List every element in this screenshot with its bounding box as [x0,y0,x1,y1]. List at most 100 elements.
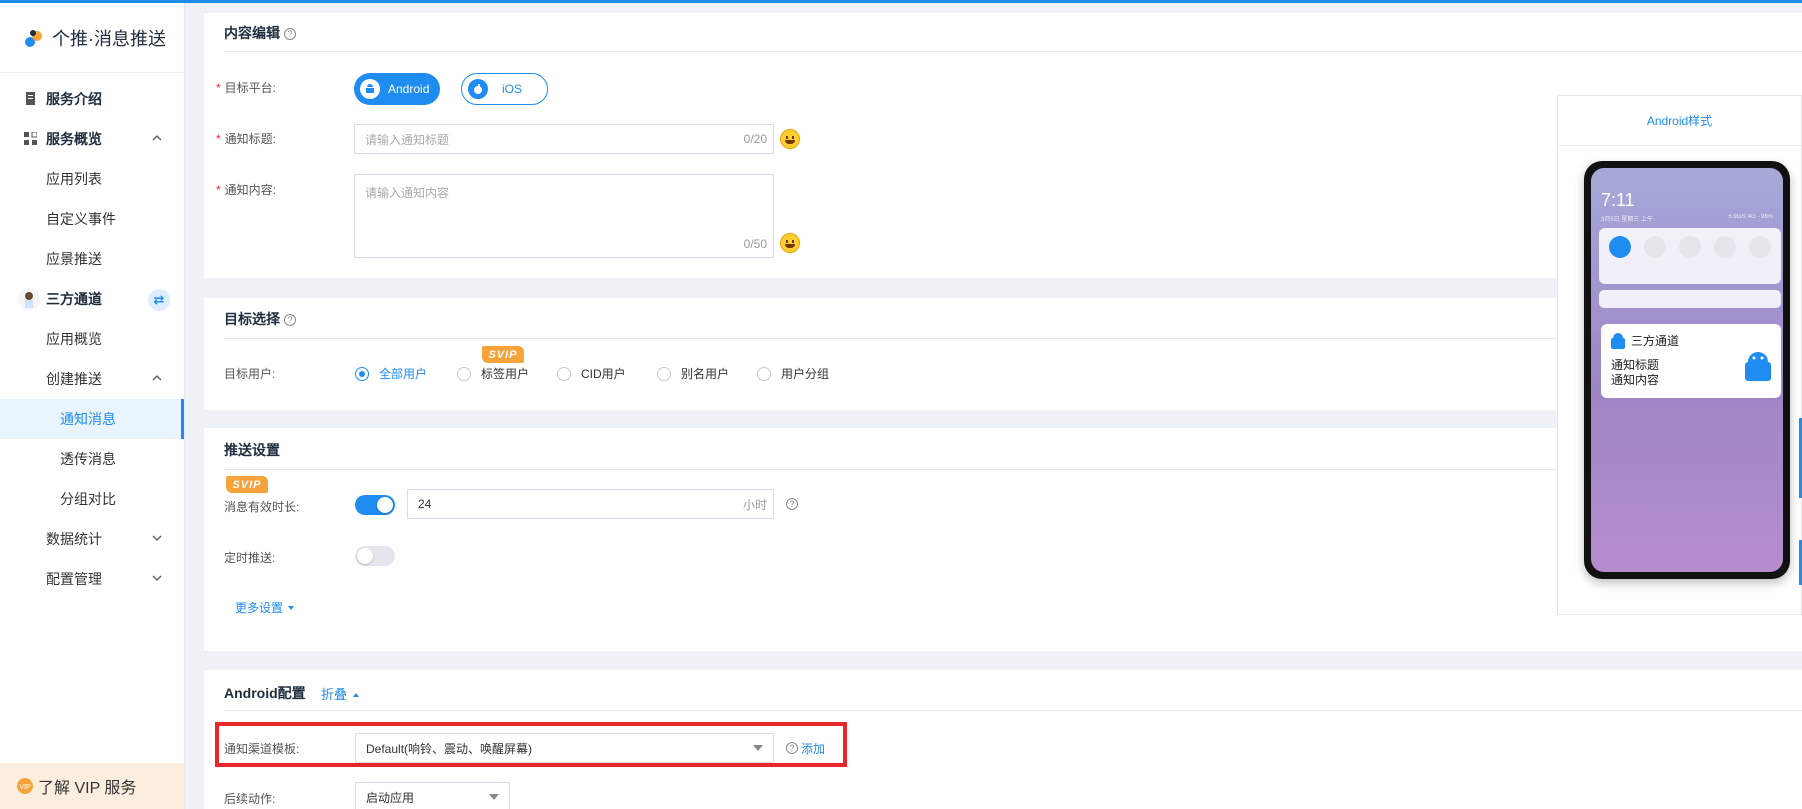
caret-up-icon [352,693,359,697]
preview-title[interactable]: Android样式 [1558,96,1801,146]
radio-tag-users[interactable]: 标签用户 [457,365,529,382]
radio-circle [355,366,369,381]
quick-settings-panel [1599,228,1781,284]
svip-badge: SVIP [482,346,524,363]
phone-clock: 7:11 [1601,190,1635,210]
radio-label: CID用户 [581,367,626,381]
switch-app-icon[interactable]: ⇄ [148,289,170,311]
sidebar-item-group-compare[interactable]: 分组对比 [0,479,184,519]
hotspot-toggle-icon [1679,236,1701,258]
section-title: 目标选择? [224,309,296,329]
help-icon[interactable]: ? [786,498,798,510]
sidebar-item-label: 配置管理 [46,571,102,587]
radio-user-groups[interactable]: 用户分组 [757,365,829,382]
sidebar-item-custom-events[interactable]: 自定义事件 [0,199,184,239]
follow-action-label: 后续动作: [224,792,276,806]
vip-service-bar[interactable]: VIP 了解 VIP 服务 [0,763,184,809]
radio-circle [457,366,471,381]
radio-circle [557,366,571,381]
app-avatar-icon [25,292,33,308]
sidebar-item-config-management[interactable]: 配置管理 [0,559,184,599]
notify-title-label: * 通知标题: [216,130,276,147]
sidebar-item-label: 创建推送 [46,371,102,387]
grid-icon [24,132,37,145]
sidebar-item-label: 通知消息 [60,411,116,427]
more-settings-link[interactable]: 更多设置 [235,599,296,616]
radio-alias-users[interactable]: 别名用户 [657,365,729,382]
validity-toggle[interactable] [355,495,395,515]
platform-label: * 目标平台: [216,79,277,96]
platform-ios-button[interactable]: iOS [461,73,548,105]
toggle-knob [377,497,393,513]
platform-label-text: 目标平台: [224,81,277,95]
validity-label: 消息有效时长: [224,500,300,514]
sidebar-item-label: 应用概览 [46,331,102,347]
notification-preview: 三方通道 通知标题 通知内容 [1601,324,1781,398]
phone-screen: 7:11 3月5日 星期三 上午 5.9G/s 4G · 98% 三方通道 通知… [1591,168,1783,572]
flashlight-toggle-icon [1749,236,1771,258]
scheduled-label: 定时推送: [224,551,276,565]
document-icon [26,92,35,105]
follow-action-select[interactable]: 启动应用 [355,782,510,809]
notify-title-counter: 0/20 [743,132,767,146]
sidebar-item-label: 数据统计 [46,531,102,547]
sidebar-item-label: 应景推送 [46,251,102,267]
emoji-icon[interactable] [780,233,800,253]
android-app-icon [1611,333,1625,349]
collapse-label: 折叠 [321,687,348,702]
dropdown-caret-icon [489,794,499,800]
sidebar-item-data-stats[interactable]: 数据统计 [0,519,184,559]
divider [224,710,1802,711]
radio-cid-users[interactable]: CID用户 [557,365,626,382]
collapse-link[interactable]: 折叠 [321,684,361,703]
sidebar-item-app-list[interactable]: 应用列表 [0,159,184,199]
sidebar-item-app-overview[interactable]: 应用概览 [0,319,184,359]
sidebar-item-label: 分组对比 [60,491,116,507]
platform-android-button[interactable]: Android [354,73,440,105]
chevron-down-icon [152,575,162,581]
data-toggle-icon [1609,236,1631,258]
sidebar-item-passthrough-message[interactable]: 透传消息 [0,439,184,479]
required-mark: * [216,183,221,197]
validity-input[interactable]: 24 小时 [407,489,774,519]
sidebar-item-label: 自定义事件 [46,211,116,227]
sidebar-item-third-party-channel[interactable]: 三方通道 ⇄ [0,279,184,319]
phone-mockup: 7:11 3月5日 星期三 上午 5.9G/s 4G · 98% 三方通道 通知… [1584,161,1790,579]
getui-logo-icon [25,29,42,47]
sidebar-item-notification-message[interactable]: 通知消息 [0,399,184,439]
sidebar-item-scene-push[interactable]: 应景推送 [0,239,184,279]
section-title-text: 内容编辑 [224,25,280,41]
follow-action-value: 启动应用 [366,790,415,805]
more-settings-label: 更多设置 [235,601,284,615]
validity-unit: 小时 [742,497,767,512]
chevron-up-icon [152,135,162,141]
battery-toggle-icon [1644,236,1666,258]
notify-content-placeholder: 请输入通知内容 [365,186,450,200]
sidebar-item-service-overview[interactable]: 服务概览 [0,119,184,159]
notify-content-textarea[interactable]: 请输入通知内容 0/50 [354,174,774,258]
svg-text:VIP: VIP [19,784,31,791]
radio-label: 标签用户 [481,367,530,381]
sidebar-item-label: 应用列表 [46,171,102,187]
sidebar-item-service-intro[interactable]: 服务介绍 [0,79,184,119]
section-title-text: 目标选择 [224,311,280,327]
android-large-icon [1745,352,1771,381]
notify-title-input[interactable]: 请输入通知标题 0/20 [354,124,774,154]
brand[interactable]: 个推·消息推送 [0,3,184,73]
emoji-icon[interactable] [780,129,800,149]
sidebar: 个推·消息推送 服务介绍 服务概览 应用列表 自定义事件 应景推送 三方通道 ⇄… [0,3,185,809]
help-icon[interactable]: ? [284,28,296,40]
required-mark: * [216,81,221,95]
phone-date: 3月5日 星期三 上午 [1601,217,1654,223]
help-icon[interactable]: ? [284,314,296,326]
toggle-knob [357,548,373,564]
radio-all-users[interactable]: 全部用户 [355,365,427,382]
radio-label: 全部用户 [379,367,428,381]
phone-status: 5.9G/s 4G · 98% [1728,214,1773,220]
app-avatar [18,288,40,310]
highlight-annotation-box [215,722,847,767]
scheduled-toggle[interactable] [355,546,395,566]
validity-value: 24 [418,497,432,511]
top-accent-bar [0,0,1802,3]
sidebar-item-create-push[interactable]: 创建推送 [0,359,184,399]
